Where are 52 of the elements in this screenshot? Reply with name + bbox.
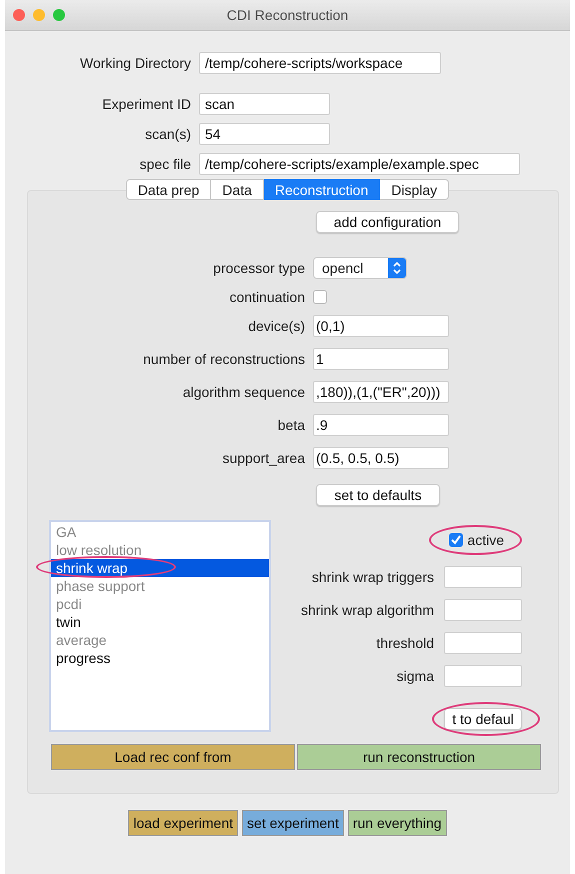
action-button[interactable]: Load rec conf from (51, 744, 295, 770)
list-item[interactable]: shrink wrap (51, 559, 269, 577)
field-label: support_area (221, 450, 305, 466)
field-label: Experiment ID (101, 96, 191, 112)
zoom-button[interactable] (53, 9, 65, 21)
field-label: algorithm sequence (182, 384, 305, 400)
set-defaults-button[interactable]: t to defaul (444, 708, 522, 730)
input-field[interactable] (444, 566, 522, 588)
input-field[interactable]: /temp/cohere-scripts/workspace (199, 52, 441, 74)
input-field[interactable]: (0.5, 0.5, 0.5) (313, 447, 449, 469)
checkbox[interactable] (313, 290, 327, 304)
chevron-icon (388, 258, 406, 278)
field-label: continuation (228, 289, 305, 305)
input-field[interactable]: 54 (199, 123, 330, 145)
tab[interactable]: Data prep (126, 179, 212, 200)
input-field[interactable]: .9 (313, 414, 449, 436)
input-field[interactable]: /temp/cohere-scripts/example/example.spec (199, 153, 520, 175)
input-field[interactable]: ,180)),(1,("ER",20))) (313, 381, 449, 403)
field-label: sigma (396, 668, 434, 684)
field-label: number of reconstructions (142, 351, 305, 367)
checkbox[interactable] (449, 533, 464, 547)
tab[interactable]: Data (211, 179, 264, 200)
field-label: device(s) (247, 318, 305, 334)
field-label: scan(s) (144, 126, 191, 142)
action-button[interactable]: load experiment (128, 810, 238, 836)
field-label: beta (276, 417, 305, 433)
tab[interactable]: Reconstruction (264, 179, 380, 200)
input-field[interactable] (444, 665, 522, 687)
action-button[interactable]: run everything (348, 810, 447, 836)
field-label: shrink wrap triggers (312, 569, 434, 585)
dropdown[interactable]: opencl (313, 257, 407, 279)
field-label: Working Directory (79, 55, 191, 71)
input-field[interactable] (444, 599, 522, 621)
field-label: processor type (212, 260, 305, 276)
window-title: CDI Reconstruction (226, 7, 348, 23)
input-field[interactable] (444, 632, 522, 654)
checkbox-label: active (467, 532, 504, 548)
field-label: shrink wrap algorithm (300, 602, 434, 618)
close-button[interactable] (13, 9, 25, 21)
add-configuration-button[interactable]: add configuration (316, 211, 459, 233)
list-item[interactable]: progress (51, 649, 269, 667)
field-label: threshold (376, 635, 434, 651)
action-button[interactable]: run reconstruction (297, 744, 541, 770)
minimize-button[interactable] (33, 9, 45, 21)
input-field[interactable]: 1 (313, 348, 449, 370)
tab[interactable]: Display (380, 179, 450, 200)
field-label: spec file (138, 156, 191, 172)
list-item[interactable]: twin (51, 613, 269, 631)
set-defaults-button[interactable]: set to defaults (316, 484, 440, 506)
action-button[interactable]: set experiment (242, 810, 344, 836)
input-field[interactable]: (0,1) (313, 315, 449, 337)
input-field[interactable]: scan (199, 93, 330, 115)
